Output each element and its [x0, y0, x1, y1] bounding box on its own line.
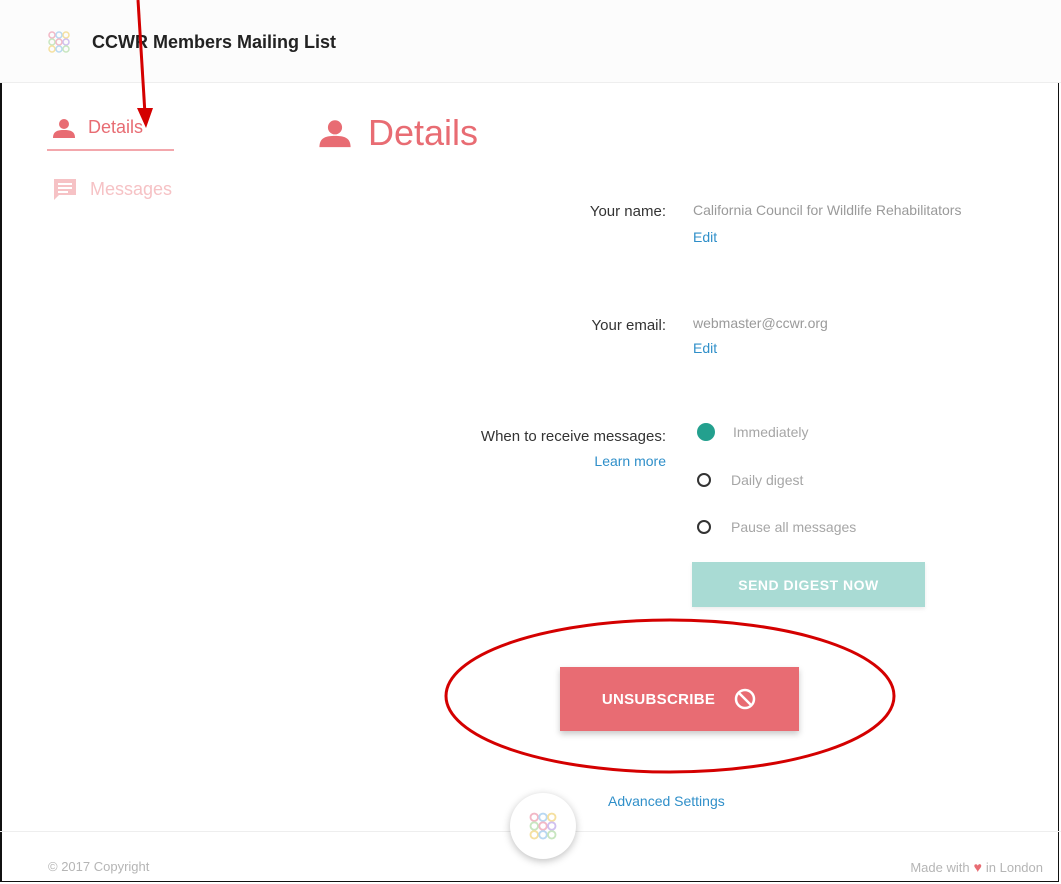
- message-icon: [54, 179, 76, 200]
- unsubscribe-label: UNSUBSCRIBE: [601, 690, 716, 708]
- radio-checked-icon[interactable]: [697, 423, 715, 441]
- radio-unchecked-icon[interactable]: [697, 473, 711, 487]
- radio-pause-all[interactable]: Pause all messages: [697, 519, 856, 535]
- email-value: webmaster@ccwr.org: [693, 315, 828, 331]
- learn-more-link[interactable]: Learn more: [578, 453, 666, 469]
- name-value: California Council for Wildlife Rehabili…: [693, 202, 962, 218]
- made-with-suffix: in London: [985, 859, 1043, 875]
- sidebar-item-messages[interactable]: Messages: [52, 177, 172, 201]
- sidebar-item-label: Details: [88, 117, 144, 137]
- logo-fab-button[interactable]: [510, 793, 576, 859]
- page-title: Details: [318, 112, 478, 154]
- radio-daily-digest[interactable]: Daily digest: [697, 472, 803, 488]
- radio-label: Pause all messages: [731, 519, 857, 535]
- radio-label: Daily digest: [731, 472, 804, 488]
- active-tab-indicator: [47, 149, 174, 151]
- edit-email-link[interactable]: Edit: [693, 340, 717, 356]
- app-title: CCWR Members Mailing List: [92, 32, 337, 52]
- sidebar-item-label: Messages: [90, 178, 173, 199]
- send-digest-button[interactable]: SEND DIGEST NOW: [692, 562, 925, 607]
- radio-immediately[interactable]: Immediately: [697, 423, 808, 441]
- person-icon: [319, 120, 351, 148]
- app-header: CCWR Members Mailing List: [0, 0, 1061, 83]
- unsubscribe-button[interactable]: UNSUBSCRIBE: [560, 667, 799, 731]
- advanced-settings-link[interactable]: Advanced Settings: [608, 793, 725, 809]
- name-label: Your name:: [589, 203, 666, 220]
- page-title-text: Details: [368, 112, 479, 153]
- logo-icon: [48, 31, 70, 53]
- edit-name-link[interactable]: Edit: [693, 229, 717, 245]
- copyright-text: © 2017 Copyright: [48, 859, 150, 874]
- email-label: Your email:: [591, 317, 667, 334]
- delivery-label: When to receive messages:: [480, 428, 666, 445]
- logo-icon: [529, 812, 557, 840]
- made-with-prefix: Made with: [910, 859, 970, 875]
- heart-icon: ♥: [973, 859, 982, 875]
- person-icon: [53, 118, 75, 138]
- made-with-text: Made with ♥ in London: [910, 859, 1043, 875]
- radio-label: Immediately: [733, 424, 809, 440]
- sidebar-item-details[interactable]: Details: [52, 117, 143, 138]
- radio-unchecked-icon[interactable]: [697, 520, 711, 534]
- block-icon: [734, 688, 756, 710]
